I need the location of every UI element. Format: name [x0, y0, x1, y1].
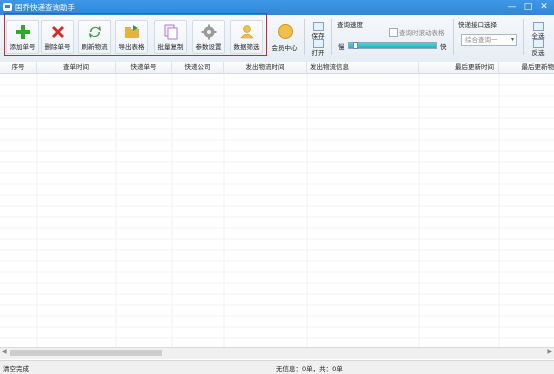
courier-interface-value: 综合查询一 [465, 36, 498, 44]
refresh-icon [89, 26, 101, 38]
filter-user-icon [240, 25, 254, 39]
column-header-courier-company[interactable]: 快递公司 [172, 62, 224, 73]
toolbar-divider [523, 19, 524, 55]
add-number-label: 添加单号 [9, 43, 36, 51]
refresh-logistics-button[interactable]: 刷新物流 [78, 20, 111, 54]
save-button[interactable]: 保存 [308, 21, 328, 40]
chevron-down-icon: ▾ [510, 36, 514, 43]
maximize-button[interactable]: □ [521, 0, 535, 15]
export-table-label: 导出表格 [118, 43, 145, 51]
parameter-settings-label: 参数设置 [195, 43, 222, 51]
status-text: 清空完成 [3, 365, 29, 373]
export-folder-icon [125, 25, 139, 38]
toolbar-divider [304, 19, 305, 55]
courier-interface-label: 快递接口选择 [458, 21, 497, 29]
speed-fast-label: 快 [440, 43, 447, 51]
table-gridlines [0, 74, 554, 347]
add-number-button[interactable]: 添加单号 [6, 20, 39, 54]
plus-icon [16, 25, 30, 39]
refresh-logistics-label: 刷新物流 [81, 43, 108, 51]
copy-icon [164, 24, 178, 40]
member-center-button[interactable]: 会员中心 [268, 20, 301, 54]
status-summary: 无信息：0单，共：0单 [276, 365, 343, 373]
column-header-dispatch-time[interactable]: 发出物流时间 [224, 62, 307, 73]
scroll-right-arrow-icon[interactable]: ▶ [547, 348, 552, 355]
window-title: 国乔快递查询助手 [15, 3, 75, 12]
scroll-table-checkbox[interactable] [389, 28, 398, 37]
column-header-index[interactable]: 序号 [0, 62, 37, 73]
gear-icon [201, 24, 217, 40]
parameter-settings-button[interactable]: 参数设置 [192, 20, 225, 54]
table-header: 序号 查单时间 快递单号 快递公司 发出物流时间 发出物流信息 最后更新时间 最… [0, 62, 554, 74]
scroll-table-checkbox-label: 查询时滚动表格 [399, 29, 445, 37]
batch-copy-label: 批量复制 [157, 43, 184, 51]
open-label: 打开 [311, 49, 325, 57]
delete-x-icon [52, 26, 64, 38]
invert-selection-button[interactable]: 反选 [528, 38, 548, 57]
member-avatar-icon [278, 24, 293, 39]
member-center-label: 会员中心 [271, 44, 298, 52]
column-header-dispatch-info[interactable]: 发出物流信息 [307, 62, 419, 73]
column-header-query-time[interactable]: 查单时间 [37, 62, 116, 73]
courier-interface-select[interactable]: 综合查询一 ▾ [461, 34, 517, 46]
column-header-last-update-info[interactable]: 最后更新物 [499, 62, 554, 73]
app-icon [3, 3, 12, 11]
horizontal-scrollbar[interactable]: ◀ ▶ [0, 347, 554, 359]
close-button[interactable]: ✕ [537, 0, 551, 15]
main-window: 国乔快递查询助手 — □ ✕ 添加单号 删除单号 刷新物流 导出表格 批量复制 … [0, 0, 554, 374]
query-speed-label: 查询速度 [337, 21, 363, 29]
speed-slider-fill [349, 43, 436, 48]
speed-slow-label: 慢 [338, 43, 345, 51]
column-header-tracking-number[interactable]: 快递单号 [116, 62, 172, 73]
scroll-left-arrow-icon[interactable]: ◀ [2, 348, 7, 355]
query-speed-slider[interactable] [348, 42, 437, 49]
column-header-last-update-time[interactable]: 最后更新时间 [419, 62, 499, 73]
speed-slider-thumb[interactable] [353, 42, 358, 49]
data-filter-label: 数据筛选 [233, 43, 260, 51]
results-table[interactable]: 序号 查单时间 快递单号 快递公司 发出物流时间 发出物流信息 最后更新时间 最… [0, 62, 554, 347]
invert-selection-label: 反选 [531, 49, 545, 57]
export-table-button[interactable]: 导出表格 [115, 20, 148, 54]
minimize-button[interactable]: — [505, 0, 519, 15]
delete-number-label: 删除单号 [44, 43, 71, 51]
toolbar-divider [453, 19, 454, 55]
status-bar: 清空完成 无信息：0单，共：0单 [0, 360, 554, 374]
delete-number-button[interactable]: 删除单号 [41, 20, 74, 54]
scrollbar-thumb[interactable] [10, 350, 162, 356]
batch-copy-button[interactable]: 批量复制 [154, 20, 187, 54]
toolbar-divider [331, 19, 332, 55]
open-button[interactable]: 打开 [308, 38, 328, 57]
data-filter-button[interactable]: 数据筛选 [230, 20, 263, 54]
select-all-button[interactable]: 全选 [528, 21, 548, 40]
